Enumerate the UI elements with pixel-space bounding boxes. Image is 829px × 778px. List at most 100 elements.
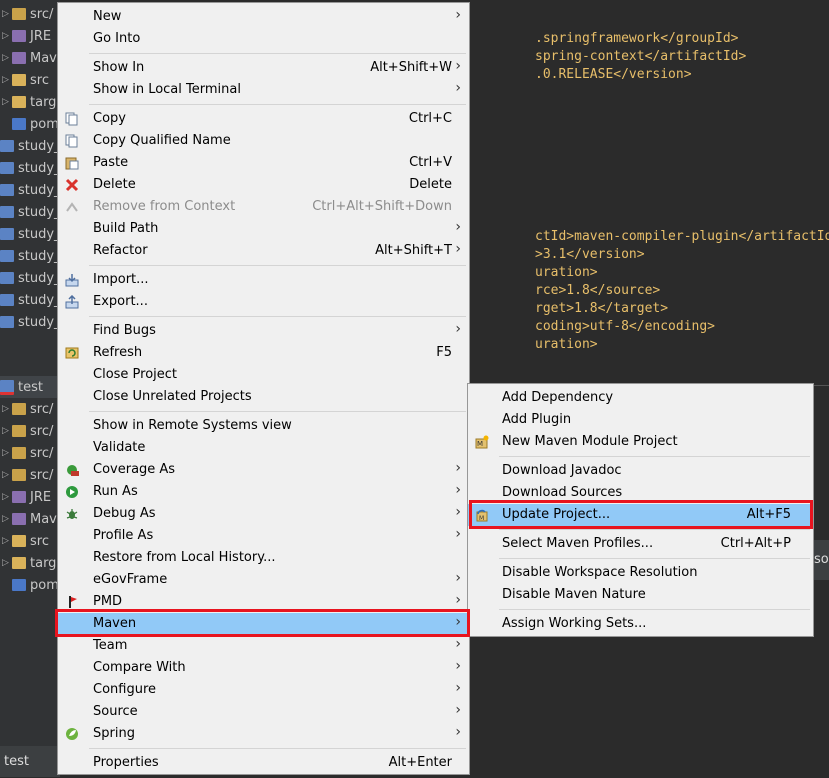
menu-item-debug-as[interactable]: Debug As › bbox=[58, 503, 469, 525]
menu-item-show-in[interactable]: Show In Alt+Shift+W › bbox=[58, 57, 469, 79]
tree-item[interactable]: study_ bbox=[0, 223, 60, 245]
submenu-arrow-icon: › bbox=[455, 7, 461, 23]
expand-arrow-icon[interactable]: ▷ bbox=[2, 470, 12, 480]
menu-item-validate[interactable]: Validate bbox=[58, 437, 469, 459]
expand-arrow-icon[interactable]: ▷ bbox=[2, 448, 12, 458]
svg-text:M: M bbox=[479, 515, 484, 522]
code-line: spring-context</artifactId> bbox=[535, 49, 747, 64]
menu-item-show-in-remote-systems[interactable]: Show in Remote Systems view bbox=[58, 415, 469, 437]
folder-icon bbox=[12, 535, 26, 547]
tree-item[interactable]: ▷ targ bbox=[0, 552, 60, 574]
tree-item[interactable]: ▷ src bbox=[0, 530, 60, 552]
menu-item-copy[interactable]: Copy Ctrl+C bbox=[58, 108, 469, 130]
expand-arrow-icon[interactable]: ▷ bbox=[2, 31, 12, 41]
menu-item-refresh[interactable]: Refresh F5 bbox=[58, 342, 469, 364]
menu-item-delete[interactable]: Delete Delete bbox=[58, 174, 469, 196]
menu-item-new-maven-module-project[interactable]: M New Maven Module Project bbox=[468, 431, 813, 453]
menu-item-refactor[interactable]: Refactor Alt+Shift+T › bbox=[58, 240, 469, 262]
paste-icon bbox=[65, 156, 79, 170]
tree-item[interactable]: study_ bbox=[0, 311, 60, 333]
tree-item[interactable]: study_ bbox=[0, 267, 60, 289]
tree-item[interactable]: study_ bbox=[0, 201, 60, 223]
menu-item-disable-workspace-resolution[interactable]: Disable Workspace Resolution bbox=[468, 562, 813, 584]
submenu-arrow-icon: › bbox=[455, 526, 461, 542]
tree-item[interactable]: ▷ src/ bbox=[0, 464, 60, 486]
menu-item-run-as[interactable]: Run As › bbox=[58, 481, 469, 503]
submenu-arrow-icon: › bbox=[455, 241, 461, 257]
expand-arrow-icon[interactable]: ▷ bbox=[2, 97, 12, 107]
status-bar: test bbox=[0, 746, 60, 777]
expand-arrow-icon[interactable]: ▷ bbox=[2, 404, 12, 414]
tree-item[interactable]: pom bbox=[0, 113, 60, 135]
console-tab[interactable]: so bbox=[812, 540, 829, 580]
expand-arrow-icon[interactable]: ▷ bbox=[2, 75, 12, 85]
tree-item[interactable]: ▷ src/ bbox=[0, 420, 60, 442]
tree-item[interactable]: ▷ src/ bbox=[0, 442, 60, 464]
menu-item-configure[interactable]: Configure › bbox=[58, 679, 469, 701]
menu-item-show-in-local-terminal[interactable]: Show in Local Terminal › bbox=[58, 79, 469, 101]
tree-item[interactable]: ▷ JRE bbox=[0, 25, 60, 47]
tree-item[interactable]: study_ bbox=[0, 179, 60, 201]
menu-item-properties[interactable]: Properties Alt+Enter bbox=[58, 752, 469, 774]
code-line: ctId>maven-compiler-plugin</artifactId> bbox=[535, 229, 829, 244]
menu-item-profile-as[interactable]: Profile As › bbox=[58, 525, 469, 547]
menu-item-export[interactable]: Export... bbox=[58, 291, 469, 313]
menu-item-build-path[interactable]: Build Path › bbox=[58, 218, 469, 240]
menu-item-paste[interactable]: Paste Ctrl+V bbox=[58, 152, 469, 174]
tree-item[interactable]: ▷ src/ bbox=[0, 3, 60, 25]
menu-item-coverage-as[interactable]: Coverage As › bbox=[58, 459, 469, 481]
menu-item-update-project[interactable]: M Update Project... Alt+F5 bbox=[468, 504, 813, 526]
menu-item-pmd[interactable]: PMD › bbox=[58, 591, 469, 613]
menu-separator bbox=[89, 53, 466, 54]
submenu-arrow-icon: › bbox=[455, 636, 461, 652]
menu-item-find-bugs[interactable]: Find Bugs › bbox=[58, 320, 469, 342]
expand-arrow-icon[interactable]: ▷ bbox=[2, 426, 12, 436]
menu-item-close-unrelated-projects[interactable]: Close Unrelated Projects bbox=[58, 386, 469, 408]
menu-item-compare-with[interactable]: Compare With › bbox=[58, 657, 469, 679]
menu-item-add-plugin[interactable]: Add Plugin bbox=[468, 409, 813, 431]
menu-item-maven[interactable]: Maven › bbox=[58, 613, 469, 635]
tree-item[interactable]: study_ bbox=[0, 245, 60, 267]
project-icon bbox=[0, 140, 14, 152]
menu-item-assign-working-sets[interactable]: Assign Working Sets... bbox=[468, 613, 813, 635]
menu-item-close-project[interactable]: Close Project bbox=[58, 364, 469, 386]
menu-item-source[interactable]: Source › bbox=[58, 701, 469, 723]
tree-item[interactable]: pom bbox=[0, 574, 60, 596]
menu-separator bbox=[89, 316, 466, 317]
menu-item-download-javadoc[interactable]: Download Javadoc bbox=[468, 460, 813, 482]
menu-item-egovframe[interactable]: eGovFrame › bbox=[58, 569, 469, 591]
coverage-icon bbox=[65, 463, 79, 477]
menu-item-download-sources[interactable]: Download Sources bbox=[468, 482, 813, 504]
menu-item-go-into[interactable]: Go Into bbox=[58, 28, 469, 50]
tree-item[interactable]: ▷ Mav bbox=[0, 47, 60, 69]
expand-arrow-icon[interactable]: ▷ bbox=[2, 536, 12, 546]
menu-item-import[interactable]: Import... bbox=[58, 269, 469, 291]
expand-arrow-icon[interactable]: ▷ bbox=[2, 9, 12, 19]
tree-item[interactable]: ▷ src/ bbox=[0, 398, 60, 420]
expand-arrow-icon[interactable]: ▷ bbox=[2, 53, 12, 63]
tree-item[interactable]: ▷ targ bbox=[0, 91, 60, 113]
submenu-arrow-icon: › bbox=[455, 219, 461, 235]
tree-item[interactable]: ▷ Mav bbox=[0, 508, 60, 530]
code-line: .springframework</groupId> bbox=[535, 31, 739, 46]
tree-item[interactable]: ▷ JRE bbox=[0, 486, 60, 508]
tree-item[interactable]: ▷ src bbox=[0, 69, 60, 91]
menu-item-restore-from-local-history[interactable]: Restore from Local History... bbox=[58, 547, 469, 569]
tree-item[interactable]: study_ bbox=[0, 157, 60, 179]
tree-item[interactable]: study_ bbox=[0, 289, 60, 311]
expand-arrow-icon[interactable]: ▷ bbox=[2, 492, 12, 502]
menu-item-copy-qualified-name[interactable]: Copy Qualified Name bbox=[58, 130, 469, 152]
menu-item-select-maven-profiles[interactable]: Select Maven Profiles... Ctrl+Alt+P bbox=[468, 533, 813, 555]
expand-arrow-icon[interactable]: ▷ bbox=[2, 514, 12, 524]
menu-item-new[interactable]: New › bbox=[58, 6, 469, 28]
expand-arrow-icon[interactable]: ▷ bbox=[2, 558, 12, 568]
context-menu: New › Go Into Show In Alt+Shift+W › Show in… bbox=[57, 2, 470, 775]
tree-item[interactable]: study_ bbox=[0, 135, 60, 157]
library-icon bbox=[12, 52, 26, 64]
menu-item-team[interactable]: Team › bbox=[58, 635, 469, 657]
menu-item-spring[interactable]: Spring › bbox=[58, 723, 469, 745]
menu-item-disable-maven-nature[interactable]: Disable Maven Nature bbox=[468, 584, 813, 606]
project-icon bbox=[0, 162, 14, 174]
menu-item-add-dependency[interactable]: Add Dependency bbox=[468, 387, 813, 409]
tree-item-selected[interactable]: test bbox=[0, 376, 60, 398]
